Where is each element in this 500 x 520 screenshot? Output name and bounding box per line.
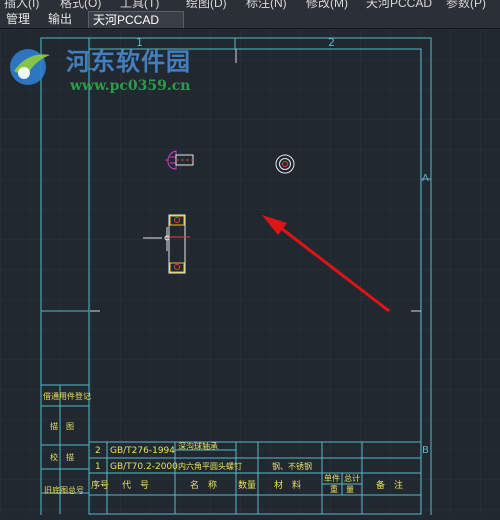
side-label-check: 校 描 <box>50 452 74 462</box>
side-label-tracing: 描 图 <box>50 421 74 431</box>
drawing-canvas[interactable]: 1 2 A B 2 GB/T276-1994 深沟球轴承 1 GB/T70.2-… <box>0 29 500 519</box>
bom-row-2-seq: 2 <box>95 446 101 456</box>
zone-label-2: 2 <box>328 36 335 49</box>
watermark-url: www.pc0359.cn <box>70 78 191 94</box>
tab-output[interactable]: 输出 <box>44 11 76 27</box>
ribbon-tab-bar: 管理 输出 天河PCCAD <box>0 10 500 28</box>
bom-header-weight: 重 量 <box>330 484 354 494</box>
tab-pccad[interactable]: 天河PCCAD <box>88 11 184 28</box>
side-label-registry: 借通用件登记 <box>43 391 91 401</box>
bom-row-2-name: 深沟球轴承 <box>178 441 218 451</box>
bom-header-total-weight: 总计 <box>344 473 360 483</box>
zone-label-b: B <box>422 445 429 456</box>
watermark-site-name: 河东软件园 <box>66 48 191 76</box>
bom-header-remark: 备 注 <box>376 479 403 491</box>
bom-header-seq: 序号 <box>91 479 109 491</box>
bom-header-material: 材 料 <box>274 479 301 491</box>
menu-bar: 插入(I) 格式(O) 工具(T) 绘图(D) 标注(N) 修改(M) 天河PC… <box>0 0 500 10</box>
bom-header-name: 名 称 <box>190 479 217 491</box>
drawing-viewport[interactable]: 1 2 A B 2 GB/T276-1994 深沟球轴承 1 GB/T70.2-… <box>0 29 500 519</box>
bom-row-1-material: 钢、不锈钢 <box>272 461 312 471</box>
application-header: 插入(I) 格式(O) 工具(T) 绘图(D) 标注(N) 修改(M) 天河PC… <box>0 0 500 29</box>
bom-row-1-seq: 1 <box>95 462 101 472</box>
bom-header-qty: 数量 <box>238 479 256 491</box>
bom-row-1-name: 内六角平圆头螺钉 <box>178 461 242 471</box>
bom-row-1-code: GB/T70.2-2000 <box>110 462 178 472</box>
zone-label-a: A <box>422 173 429 184</box>
bom-row-1: 1 GB/T70.2-2000 内六角平圆头螺钉 钢、不锈钢 <box>95 461 312 472</box>
bom-header-unit-weight: 单件 <box>324 473 340 483</box>
bom-row-2-code: GB/T276-1994 <box>110 446 175 456</box>
watermark-logo-icon <box>4 43 58 94</box>
tab-manage[interactable]: 管理 <box>2 11 34 27</box>
bom-header-code: 代 号 <box>122 480 149 491</box>
side-label-old-number: 旧底图总号 <box>44 485 84 495</box>
